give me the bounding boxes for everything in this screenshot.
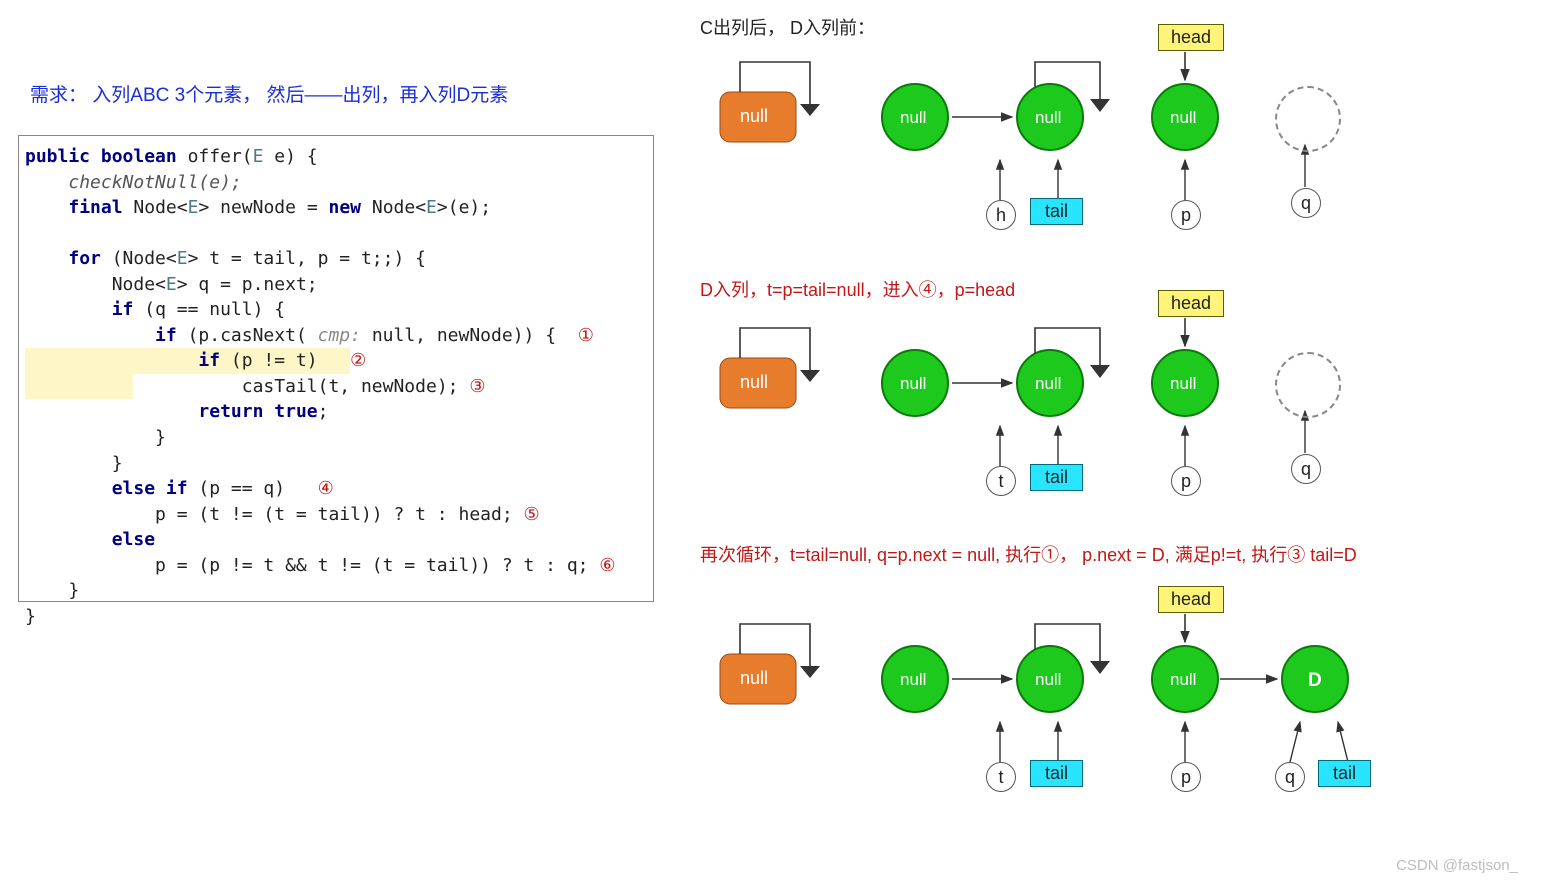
tp-E: E <box>253 146 264 167</box>
d3-orange-null: null <box>740 668 768 689</box>
d3-p: p <box>1171 762 1201 792</box>
d1-head: head <box>1158 24 1224 51</box>
d1-h: h <box>986 200 1016 230</box>
tp-E3: E <box>426 197 437 218</box>
fn-checkNotNull: checkNotNull(e); <box>68 172 241 193</box>
kw-if1: if <box>112 299 134 320</box>
kw-if3: if <box>198 350 220 371</box>
d3-tail-new: tail <box>1318 760 1371 787</box>
ann-4: ④ <box>318 478 334 498</box>
kw-return: return <box>198 401 263 422</box>
code-block: public boolean offer(E e) { checkNotNull… <box>18 135 654 602</box>
d2-g1-null: null <box>900 374 926 394</box>
d1-q: q <box>1291 188 1321 218</box>
code-t3: Node< <box>361 197 426 218</box>
ann-1: ① <box>578 325 594 345</box>
d2-g2-null: null <box>1035 374 1061 394</box>
code-t15: p = (t != (t = tail)) ? t : head; <box>155 504 523 525</box>
d3-g1-null: null <box>900 670 926 690</box>
kw-public: public <box>25 146 90 167</box>
d1-g2-null: null <box>1035 108 1061 128</box>
hl-row2 <box>25 374 133 400</box>
ann-5: ⑤ <box>524 504 540 524</box>
d3-t: t <box>986 762 1016 792</box>
code-t8: > q = p.next; <box>177 274 318 295</box>
ann-6: ⑥ <box>599 555 615 575</box>
d3-D: D <box>1308 670 1322 692</box>
hint-cmp: cmp: <box>307 325 372 346</box>
code-t1: e) { <box>263 146 317 167</box>
d2-t: t <box>986 466 1016 496</box>
diagram3-caption: 再次循环，t=tail=null, q=p.next = null, 执行①， … <box>700 544 1500 567</box>
d3-g2-null: null <box>1035 670 1061 690</box>
watermark: CSDN @fastjson_ <box>1396 857 1518 874</box>
d2-dashed <box>1275 352 1341 418</box>
d2-p: p <box>1171 466 1201 496</box>
code-t14: (p == q) <box>188 478 318 499</box>
code-t7: Node< <box>112 274 166 295</box>
tp-Node1: Node <box>133 197 176 218</box>
d2-tail: tail <box>1030 464 1083 491</box>
ann-3: ③ <box>469 376 485 396</box>
d2-q: q <box>1291 454 1321 484</box>
d1-g1-null: null <box>900 108 926 128</box>
d1-p: p <box>1171 200 1201 230</box>
kw-for: for <box>68 248 101 269</box>
requirement-text: 需求： 入列ABC 3个元素， 然后——出列，再入列D元素 <box>30 80 508 107</box>
code-t16: p = (p != t && t != (t = tail)) ? t : q; <box>155 555 599 576</box>
code-t10: (p.casNext( <box>177 325 307 346</box>
code-t12: (p != t) <box>220 350 350 371</box>
ann-2: ② <box>350 350 366 370</box>
tp-E4: E <box>177 248 188 269</box>
fn-offer: offer( <box>177 146 253 167</box>
d1-g3-null: null <box>1170 108 1196 128</box>
d1-tail: tail <box>1030 198 1083 225</box>
d3-q: q <box>1275 762 1305 792</box>
code-t5: (Node< <box>101 248 177 269</box>
kw-final: final <box>68 197 122 218</box>
code-t2: newNode = <box>209 197 328 218</box>
tp-E5: E <box>166 274 177 295</box>
kw-elseif: else if <box>112 478 188 499</box>
d2-head: head <box>1158 290 1224 317</box>
d3-head: head <box>1158 586 1224 613</box>
d3-tail-old: tail <box>1030 760 1083 787</box>
page-root: 需求： 入列ABC 3个元素， 然后——出列，再入列D元素 public boo… <box>0 0 1548 882</box>
d1-orange-null: null <box>740 106 768 127</box>
code-t6: > t = tail, p = t;;) { <box>188 248 426 269</box>
d1-dashed <box>1275 86 1341 152</box>
hl-row1: if (p != t) <box>25 348 350 374</box>
kw-new: new <box>329 197 362 218</box>
kw-true: true <box>274 401 317 422</box>
tp-E2: E <box>188 197 199 218</box>
code-t4: >(e); <box>437 197 491 218</box>
d2-orange-null: null <box>740 372 768 393</box>
d3-g3-null: null <box>1170 670 1196 690</box>
kw-boolean: boolean <box>101 146 177 167</box>
code-t11: null, newNode)) { <box>372 325 578 346</box>
d2-g3-null: null <box>1170 374 1196 394</box>
code-t13: casTail(t, newNode); <box>242 376 470 397</box>
kw-else: else <box>112 529 155 550</box>
kw-if2: if <box>155 325 177 346</box>
code-t9: (q == null) { <box>133 299 285 320</box>
